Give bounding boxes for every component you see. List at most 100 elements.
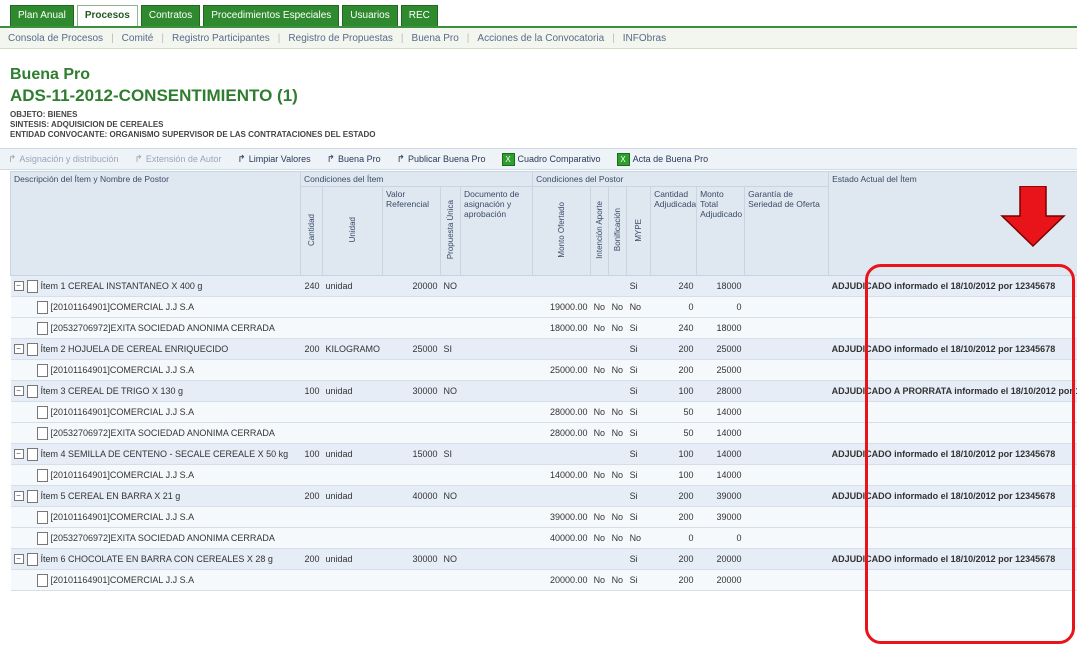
toolbar-button[interactable]: X Cuadro Comparativo	[494, 152, 609, 166]
toolbar-button-label: Publicar Buena Pro	[407, 154, 486, 164]
cell-mype: Si	[626, 548, 651, 570]
cell-garantia	[744, 401, 789, 423]
cell-monto-ofertado	[532, 380, 591, 402]
cell-empty	[440, 422, 461, 444]
toolbar-button[interactable]: ↱ Buena Pro	[319, 154, 389, 165]
tab-procedimientos-especiales[interactable]: Procedimientos Especiales	[203, 5, 340, 26]
cell-garantia-2	[788, 527, 829, 549]
cell-monto-total: 39000	[696, 485, 745, 507]
item-row[interactable]: − Ítem 3 CEREAL DE TRIGO X 130 g 100 unidad…	[10, 380, 1077, 402]
postor-row[interactable]: [20101164901]COMERCIAL J.J S.A 19000.00 No…	[10, 296, 1077, 318]
collapse-icon[interactable]: −	[13, 449, 24, 460]
cell-empty	[322, 464, 383, 486]
toolbar-button[interactable]: ↱ Limpiar Valores	[229, 154, 318, 165]
postor-row[interactable]: [20532706972]EXITA SOCIEDAD ANONIMA CERR…	[10, 527, 1077, 549]
collapse-icon[interactable]: −	[13, 554, 24, 565]
cell-garantia-2	[788, 443, 829, 465]
cell-mype: Si	[626, 422, 651, 444]
row-description: − Ítem 5 CEREAL EN BARRA X 21 g	[10, 485, 301, 507]
arrow-icon: ↱	[237, 153, 246, 165]
cell-mype: Si	[626, 359, 651, 381]
description-text: Ítem 1 CEREAL INSTANTANEO X 400 g	[40, 280, 203, 291]
document-icon	[26, 552, 38, 566]
cell-monto-total: 20000	[696, 569, 745, 591]
item-row[interactable]: − Ítem 1 CEREAL INSTANTANEO X 400 g 240 uni…	[10, 275, 1077, 297]
item-row[interactable]: − Ítem 2 HOJUELA DE CEREAL ENRIQUECIDO 200…	[10, 338, 1077, 360]
cell-bonificacion	[608, 338, 627, 360]
cell-empty	[322, 296, 383, 318]
cell-cantidad-adj: 200	[650, 338, 697, 360]
postor-row[interactable]: [20101164901]COMERCIAL J.J S.A 20000.00 No…	[10, 569, 1077, 591]
cell-garantia	[744, 548, 789, 570]
cell-empty	[322, 317, 383, 339]
cell-bonificacion	[608, 380, 627, 402]
entidad-line: ENTIDAD CONVOCANTE: ORGANISMO SUPERVISOR…	[10, 130, 376, 139]
cell-empty	[322, 506, 383, 528]
toolbar-button[interactable]: ↱ Asignación y distribución	[0, 154, 126, 165]
cell-estado	[828, 401, 1077, 423]
item-row[interactable]: − Ítem 5 CEREAL EN BARRA X 21 g 200 unidad 4…	[10, 485, 1077, 507]
tab-usuarios[interactable]: Usuarios	[342, 5, 398, 26]
subnav-item[interactable]: Comité	[114, 33, 162, 44]
item-row[interactable]: − Ítem 4 SEMILLA DE CENTENO - SECALE CERE…	[10, 443, 1077, 465]
tab-plan-anual[interactable]: Plan Anual	[10, 5, 74, 26]
toolbar-button[interactable]: ↱ Publicar Buena Pro	[389, 154, 494, 165]
cell-mype: No	[626, 527, 651, 549]
cell-intencion: No	[590, 317, 609, 339]
cell-mype: Si	[626, 443, 651, 465]
description-text: [20101164901]COMERCIAL J.J S.A	[50, 301, 195, 312]
description-text: [20532706972]EXITA SOCIEDAD ANONIMA CERR…	[50, 427, 275, 438]
row-description: − Ítem 6 CHOCOLATE EN BARRA CON CEREALES …	[10, 548, 301, 570]
document-icon	[36, 510, 48, 524]
subnav-item[interactable]: Registro de Propuestas	[280, 33, 401, 44]
toolbar-button[interactable]: ↱ Extensión de Autor	[126, 154, 229, 165]
toolbar-button[interactable]: X Acta de Buena Pro	[609, 152, 717, 166]
cell-garantia-2	[788, 401, 829, 423]
tab-rec[interactable]: REC	[400, 5, 438, 26]
tab-procesos[interactable]: Procesos	[76, 5, 138, 26]
col-garantia: Garantía de Seriedad de Oferta	[744, 186, 830, 276]
cell-mype: Si	[626, 506, 651, 528]
collapse-icon[interactable]: −	[13, 386, 24, 397]
cell-bonificacion	[608, 485, 627, 507]
col-cantidad: Cantidad	[300, 186, 323, 276]
cell-empty	[382, 464, 441, 486]
col-monto-ofertado: Monto Ofertado	[532, 186, 592, 276]
tab-contratos[interactable]: Contratos	[140, 5, 201, 26]
cell-empty	[322, 401, 383, 423]
cell-cantidad: 200	[300, 548, 323, 570]
description-text: [20101164901]COMERCIAL J.J S.A	[50, 511, 195, 522]
cell-bonificacion: No	[608, 422, 627, 444]
col-propuesta: Propuesta Única	[440, 186, 461, 276]
cell-estado	[828, 296, 1077, 318]
postor-row[interactable]: [20101164901]COMERCIAL J.J S.A 14000.00 No…	[10, 464, 1077, 486]
postor-row[interactable]: [20101164901]COMERCIAL J.J S.A 39000.00 No…	[10, 506, 1077, 528]
document-icon	[26, 279, 38, 293]
cell-monto-total: 18000	[696, 317, 745, 339]
subnav-item[interactable]: Buena Pro	[404, 33, 467, 44]
postor-row[interactable]: [20532706972]EXITA SOCIEDAD ANONIMA CERR…	[10, 317, 1077, 339]
cell-bonificacion: No	[608, 527, 627, 549]
item-row[interactable]: − Ítem 6 CHOCOLATE EN BARRA CON CEREALES …	[10, 548, 1077, 570]
subnav-item[interactable]: INFObras	[615, 33, 674, 44]
subnav-item[interactable]: Acciones de la Convocatoria	[469, 33, 612, 44]
postor-row[interactable]: [20101164901]COMERCIAL J.J S.A 28000.00 No…	[10, 401, 1077, 423]
cell-cantidad-adj: 0	[650, 296, 697, 318]
subnav-item[interactable]: Consola de Procesos	[0, 33, 111, 44]
document-icon	[26, 384, 38, 398]
cell-empty	[440, 506, 461, 528]
row-description: [20532706972]EXITA SOCIEDAD ANONIMA CERR…	[10, 317, 301, 339]
postor-row[interactable]: [20101164901]COMERCIAL J.J S.A 25000.00 No…	[10, 359, 1077, 381]
cell-empty	[300, 464, 323, 486]
collapse-icon[interactable]: −	[13, 491, 24, 502]
cell-garantia-2	[788, 464, 829, 486]
cell-empty	[382, 296, 441, 318]
cell-cantidad-adj: 50	[650, 401, 697, 423]
col-monto-total: Monto Total Adjudicado	[696, 186, 746, 276]
collapse-icon[interactable]: −	[13, 281, 24, 292]
cell-propuesta: SI	[440, 338, 461, 360]
postor-row[interactable]: [20532706972]EXITA SOCIEDAD ANONIMA CERR…	[10, 422, 1077, 444]
collapse-icon[interactable]: −	[13, 344, 24, 355]
cell-cantidad: 200	[300, 485, 323, 507]
subnav-item[interactable]: Registro Participantes	[164, 33, 278, 44]
